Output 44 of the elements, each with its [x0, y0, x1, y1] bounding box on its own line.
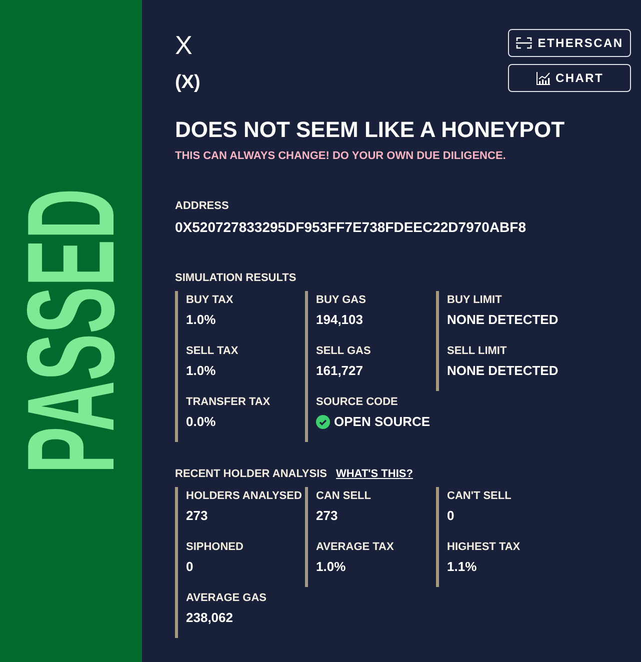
stat-label: SOURCE CODE	[316, 395, 399, 409]
stat-label: BUY TAX	[186, 293, 234, 307]
stat-value: 1.0%	[186, 311, 217, 329]
stat-label: HIGHEST TAX	[447, 540, 522, 554]
stat-label: BUY LIMIT	[447, 293, 503, 307]
scan-icon	[516, 37, 532, 49]
stat-value: NONE DETECTED	[447, 362, 560, 380]
stat-value: 1.0%	[186, 362, 217, 380]
section-title: SIMULATION RESULTS	[175, 271, 298, 285]
stat-value: 273	[316, 507, 339, 525]
stat-label: SELL GAS	[316, 344, 372, 358]
token-symbol: (X)	[175, 72, 200, 94]
stat-label: AVERAGE TAX	[316, 540, 395, 554]
address-label: ADDRESS	[175, 199, 230, 213]
stat-label: SELL LIMIT	[447, 344, 508, 358]
stat-label: SIPHONED	[186, 540, 244, 554]
stat-value: OPEN SOURCE	[334, 413, 430, 431]
stat-value: 161,727	[316, 362, 364, 380]
stat-value: 273	[186, 507, 209, 525]
help-link[interactable]: WHAT'S THIS?	[336, 467, 413, 481]
address-value: 0X520727833295DF953FF7E738FDEEC22D7970ABF8	[175, 218, 527, 236]
stat-label: CAN'T SELL	[447, 489, 512, 503]
section-title: RECENT HOLDER ANALYSIS	[175, 467, 327, 481]
stat-label: SELL TAX	[186, 344, 240, 358]
stat-value: NONE DETECTED	[447, 311, 560, 329]
stat-label: HOLDERS ANALYSED	[186, 489, 303, 503]
status-text: PASSED	[9, 188, 133, 474]
stat-label: CAN SELL	[316, 489, 372, 503]
stat-value: 194,103	[316, 311, 364, 329]
stat-label: TRANSFER TAX	[186, 395, 272, 409]
stat-label: BUY GAS	[316, 293, 367, 307]
warning-text: THIS CAN ALWAYS CHANGE! DO YOUR OWN DUE DILIGENCE.	[175, 149, 507, 163]
stat-label: AVERAGE GAS	[186, 591, 268, 605]
chart-button[interactable]: CHART	[508, 64, 631, 92]
result-heading: DOES NOT SEEM LIKE A HONEYPOT	[175, 116, 566, 144]
stat-value: 0	[186, 558, 194, 576]
etherscan-button[interactable]: ETHERSCAN	[508, 29, 631, 57]
stat-value: 0.0%	[186, 413, 217, 431]
chart-icon	[536, 72, 550, 84]
token-name: X	[175, 30, 194, 60]
stat-value: 238,062	[186, 609, 234, 627]
stat-value: 0	[447, 507, 456, 525]
stat-value: 1.1%	[447, 558, 478, 576]
stat-value: 1.0%	[316, 558, 347, 576]
